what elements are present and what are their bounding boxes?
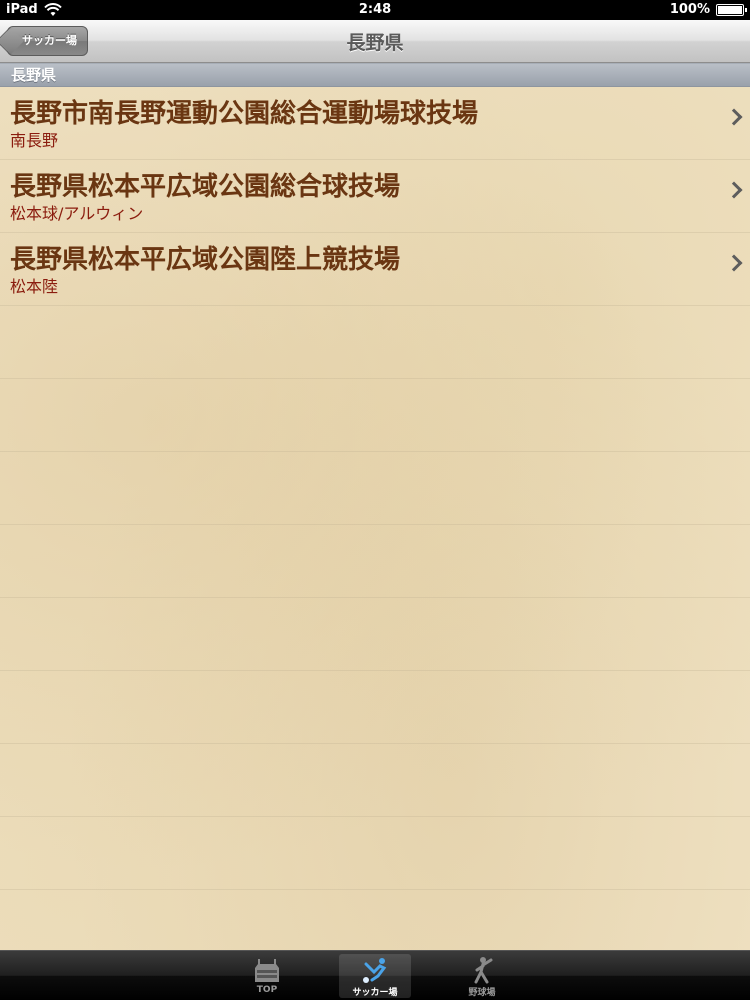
status-time: 2:48 (358, 2, 392, 17)
chevron-right-icon (725, 108, 743, 126)
stadium-list: 長野県 長野市南長野運動公園総合運動場球技場 南長野 長野県松本平広域公園総合球… (0, 63, 750, 950)
list-item[interactable]: 長野県松本平広域公園総合球技場 松本球/アルウィン (0, 160, 750, 233)
battery-percent: 100% (669, 2, 710, 17)
baseball-player-icon (474, 957, 493, 984)
tab-baseball[interactable]: 野球場 (446, 954, 518, 998)
tab-top[interactable]: TOP (231, 954, 303, 998)
list-item-subtitle: 松本陸 (10, 277, 59, 296)
chevron-right-icon (725, 181, 743, 199)
list-item[interactable]: 長野県松本平広域公園陸上競技場 松本陸 (0, 233, 750, 306)
list-item[interactable]: 長野市南長野運動公園総合運動場球技場 南長野 (0, 87, 750, 160)
empty-row (0, 817, 750, 890)
list-item-title: 長野県松本平広域公園陸上競技場 (10, 245, 401, 275)
tab-label: 野球場 (468, 988, 496, 998)
list-item-subtitle: 松本球/アルウィン (10, 204, 144, 223)
empty-row (0, 598, 750, 671)
battery-icon (716, 3, 747, 16)
status-bar: iPad 2:48 100% (0, 0, 750, 20)
list-item-subtitle: 南長野 (10, 131, 59, 150)
list-item-title: 長野市南長野運動公園総合運動場球技場 (10, 99, 479, 129)
page-title: 長野県 (346, 32, 404, 54)
tab-label: TOP (256, 985, 278, 995)
tab-bar: TOP サッカー場 野球場 (0, 950, 750, 1000)
empty-row (0, 525, 750, 598)
soccer-player-icon (363, 958, 387, 983)
empty-row (0, 306, 750, 379)
chevron-right-icon (725, 254, 743, 272)
navigation-bar: サッカー場 長野県 (0, 20, 750, 63)
empty-row (0, 744, 750, 817)
tab-soccer[interactable]: サッカー場 (339, 954, 411, 998)
empty-row (0, 671, 750, 744)
empty-row (0, 379, 750, 452)
list-item-title: 長野県松本平広域公園総合球技場 (10, 172, 401, 202)
stadium-icon (255, 959, 279, 982)
section-header: 長野県 (0, 63, 750, 87)
tab-label: サッカー場 (352, 988, 398, 998)
empty-row (0, 452, 750, 525)
